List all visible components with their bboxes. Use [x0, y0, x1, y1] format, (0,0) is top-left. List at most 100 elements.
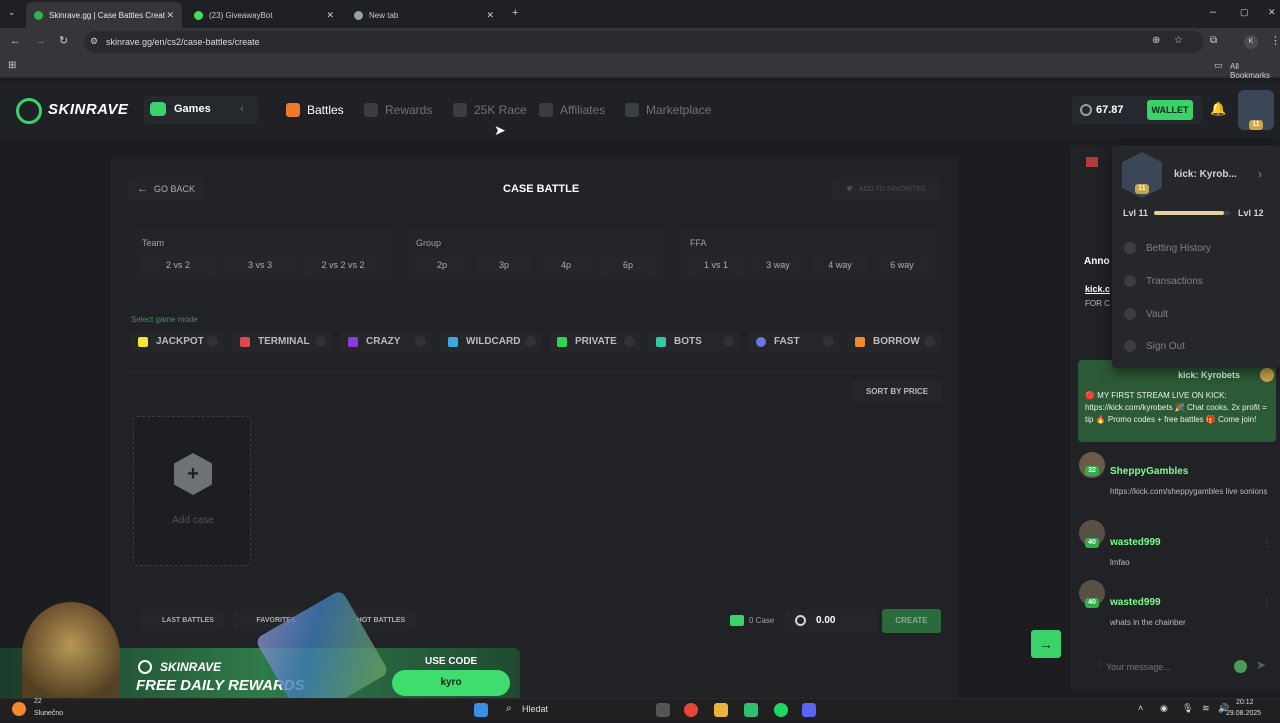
windows-start-icon[interactable] [474, 703, 488, 717]
emoji-icon[interactable] [1234, 660, 1247, 673]
close-tab-icon[interactable]: ✕ [326, 10, 334, 21]
menu-sign-out[interactable]: Sign Out [1124, 340, 1185, 352]
games-menu-button[interactable]: Games ‹ [144, 96, 258, 124]
file-explorer-icon[interactable] [714, 703, 728, 717]
chat-author[interactable]: wasted999 [1110, 597, 1161, 608]
close-tab-icon[interactable]: ✕ [166, 10, 174, 21]
taskbar-search[interactable]: Hledat [522, 704, 548, 714]
author-avatar[interactable] [1260, 368, 1274, 382]
mode-toggle[interactable] [624, 336, 635, 347]
user-avatar[interactable]: 11 [1238, 90, 1274, 130]
option-2p[interactable]: 2p [414, 253, 470, 277]
mode-fast[interactable]: FAST [748, 331, 840, 352]
tab-new-tab[interactable]: New tab ✕ [346, 2, 502, 28]
all-bookmarks-link[interactable]: All Bookmarks [1230, 62, 1280, 80]
minimize-icon[interactable]: – [1210, 7, 1216, 18]
skinrave-logo-icon[interactable] [16, 98, 42, 124]
weather-icon[interactable] [12, 702, 26, 716]
nav-battles[interactable]: Battles [286, 103, 344, 117]
menu-icon[interactable]: ⋮ [1270, 36, 1280, 47]
option-4way[interactable]: 4 way [812, 253, 868, 277]
wallet-button[interactable]: WALLET [1147, 100, 1193, 120]
bell-icon[interactable]: 🔔 [1210, 101, 1226, 117]
spotify-icon[interactable] [774, 703, 788, 717]
nav-25k-race[interactable]: 25K Race [453, 103, 527, 117]
clock-date[interactable]: 29.08.2025 [1226, 710, 1261, 717]
option-1v1[interactable]: 1 vs 1 [688, 253, 744, 277]
url-input[interactable]: ⚙ skinrave.gg/en/cs2/case-battles/create… [84, 31, 1204, 53]
mode-toggle[interactable] [823, 336, 834, 347]
mode-private[interactable]: PRIVATE [549, 331, 641, 352]
mode-toggle[interactable] [207, 336, 218, 347]
add-case-card[interactable]: + Add case [133, 416, 251, 566]
zoom-icon[interactable]: ⊕ [1152, 36, 1160, 46]
menu-vault[interactable]: Vault [1124, 308, 1168, 320]
highlight-author[interactable]: kick: Kyrobets [1178, 370, 1240, 380]
option-6way[interactable]: 6 way [874, 253, 930, 277]
search-icon[interactable]: ⌕ [506, 703, 512, 714]
discord-icon[interactable] [802, 703, 816, 717]
android-icon[interactable] [744, 703, 758, 717]
mode-toggle[interactable] [723, 336, 734, 347]
option-2v2[interactable]: 2 vs 2 [140, 253, 216, 277]
mode-borrow[interactable]: BORROW [847, 331, 941, 352]
mode-wildcard[interactable]: WILDCARD [440, 331, 542, 352]
network-icon[interactable]: ◉ [1160, 703, 1168, 714]
tab-skinrave[interactable]: Skinrave.gg | Case Battles Creat ✕ [26, 2, 182, 28]
more-icon[interactable]: ⋮ [1262, 538, 1272, 549]
add-to-favorites-button[interactable]: ♥ ADD TO FAVORITES [832, 177, 940, 201]
us-flag-icon[interactable] [1086, 157, 1098, 167]
nav-affiliates[interactable]: Affiliates [539, 103, 605, 117]
menu-betting-history[interactable]: Betting History [1124, 242, 1211, 254]
mic-icon[interactable]: 🎙 [1182, 703, 1193, 714]
sort-by-price-button[interactable]: SORT BY PRICE [852, 380, 942, 402]
site-info-icon[interactable]: ⚙ [90, 37, 98, 46]
option-2v2v2[interactable]: 2 vs 2 vs 2 [304, 253, 382, 277]
go-back-button[interactable]: ← GO BACK [128, 177, 204, 201]
chevron-right-icon[interactable]: › [1258, 167, 1262, 181]
send-icon[interactable]: ➤ [1256, 658, 1266, 672]
wifi-icon[interactable]: ≋ [1202, 703, 1210, 714]
menu-transactions[interactable]: Transactions [1124, 275, 1203, 287]
close-window-icon[interactable]: ✕ [1268, 8, 1276, 17]
option-3p[interactable]: 3p [476, 253, 532, 277]
option-4p[interactable]: 4p [538, 253, 594, 277]
close-tab-icon[interactable]: ✕ [486, 10, 494, 21]
bookmark-star-icon[interactable]: ☆ [1174, 36, 1183, 46]
new-tab-icon[interactable]: + [512, 8, 518, 19]
maximize-icon[interactable]: ▢ [1240, 8, 1249, 17]
mode-crazy[interactable]: CRAZY [340, 331, 432, 352]
mode-toggle[interactable] [525, 336, 536, 347]
last-battles-button[interactable]: LAST BATTLES [140, 609, 224, 631]
chat-author[interactable]: wasted999 [1110, 537, 1161, 548]
extensions-icon[interactable]: ⧉ [1210, 36, 1217, 46]
back-icon[interactable]: ← [10, 36, 21, 47]
mode-toggle[interactable] [415, 336, 426, 347]
apps-grid-icon[interactable]: ⊞ [8, 61, 16, 71]
more-icon[interactable]: ⋮ [1262, 598, 1272, 609]
option-3v3[interactable]: 3 vs 3 [222, 253, 298, 277]
profile-avatar[interactable]: K [1244, 35, 1258, 49]
chat-menu-icon[interactable]: ⋮ [1094, 659, 1104, 670]
option-6p[interactable]: 6p [600, 253, 656, 277]
announcement-link[interactable]: kick.c [1085, 284, 1110, 294]
tray-chevron-icon[interactable]: ˄ [1138, 703, 1143, 713]
reload-icon[interactable]: ↻ [59, 36, 68, 47]
mode-toggle[interactable] [924, 336, 935, 347]
chat-author[interactable]: SheppyGambles [1110, 466, 1188, 477]
mode-toggle[interactable] [315, 336, 326, 347]
nav-marketplace[interactable]: Marketplace [625, 103, 711, 117]
option-3way[interactable]: 3 way [750, 253, 806, 277]
tab-giveawaybot[interactable]: (23) GiveawayBot ✕ [186, 2, 342, 28]
chat-message-input[interactable] [1106, 656, 1226, 678]
scroll-down-arrow-icon[interactable]: → [1031, 630, 1061, 658]
create-button[interactable]: CREATE [882, 609, 941, 633]
site-logo[interactable]: SKINRAVE [48, 101, 128, 118]
clock-time[interactable]: 20:12 [1236, 699, 1254, 706]
forward-icon[interactable]: → [35, 36, 46, 47]
chrome-icon[interactable] [684, 703, 698, 717]
nav-rewards[interactable]: Rewards [364, 103, 432, 117]
tab-search-icon[interactable]: ⌄ [8, 8, 16, 17]
mode-terminal[interactable]: TERMINAL [232, 331, 332, 352]
mode-bots[interactable]: BOTS [648, 331, 740, 352]
